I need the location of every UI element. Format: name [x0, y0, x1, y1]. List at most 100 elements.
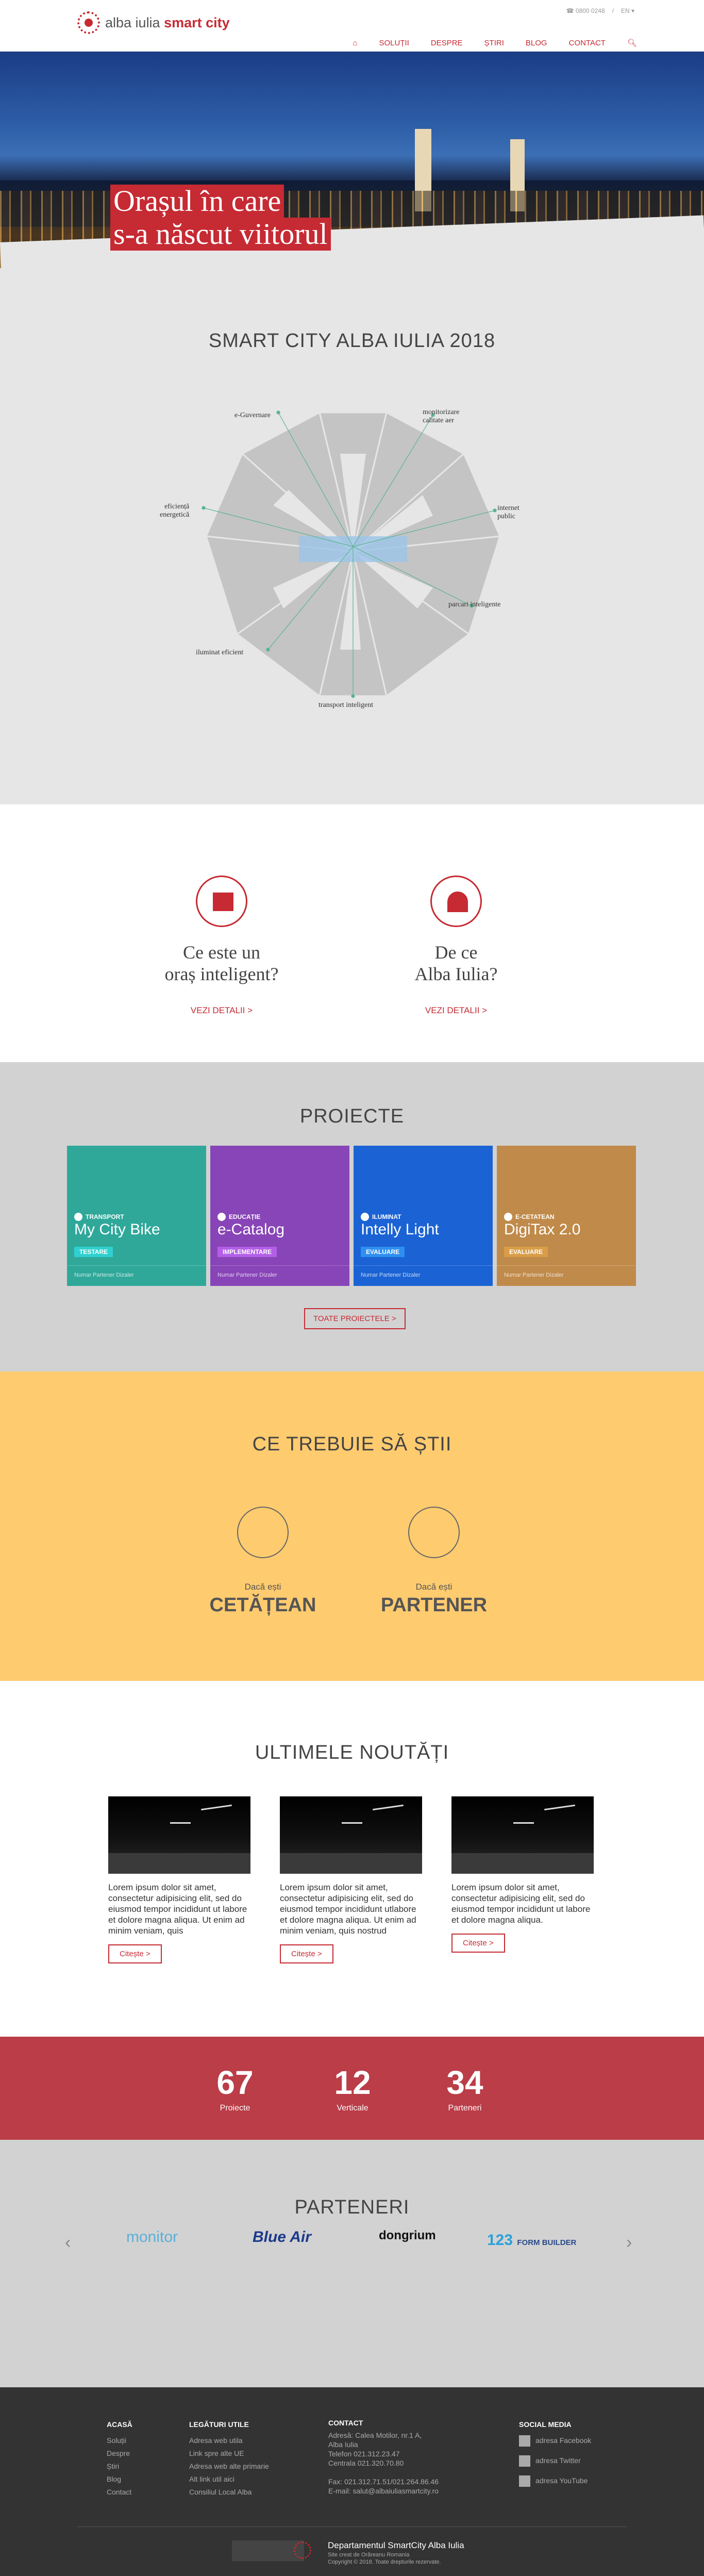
language-switch[interactable]: EN ▾: [621, 7, 634, 14]
site-credit: Site creat de Orăreanu Romania: [328, 2552, 410, 2558]
logo-icon: [77, 11, 100, 34]
next-arrow-icon[interactable]: ›: [626, 2233, 632, 2253]
news-item: Lorem ipsum dolor sit amet, consectetur …: [108, 1796, 250, 1963]
site-header: alba iulia smart city ☎ 0800 0248 / EN ▾…: [0, 0, 704, 52]
smart-city-section: SMART CITY ALBA IULIA 2018 e-Guvernare m…: [0, 268, 704, 804]
label-iluminat: iluminat eficient: [196, 649, 244, 656]
read-more-button[interactable]: Citește >: [280, 1944, 333, 1963]
project-card[interactable]: E-CETATEAN DigiTax 2.0 EVALUARE Numar Parte…: [497, 1146, 636, 1286]
logo-icon: [294, 2541, 311, 2559]
about-section: Ce este un oraș inteligent? VEZI DETALII …: [0, 804, 704, 1062]
footer-link[interactable]: Consiliul Local Alba: [189, 2486, 269, 2499]
project-category: E-CETATEAN: [504, 1213, 555, 1221]
nav-stiri[interactable]: ȘTIRI: [484, 39, 504, 47]
project-name: My City Bike: [74, 1221, 160, 1238]
site-logo[interactable]: alba iulia smart city: [77, 11, 230, 34]
read-more-button[interactable]: Citește >: [451, 1934, 505, 1953]
category-icon: [504, 1213, 512, 1221]
read-more-button[interactable]: Citește >: [108, 1944, 162, 1963]
buildings-icon: [196, 876, 247, 927]
partner-logo-dongrium[interactable]: dongrium: [379, 2228, 436, 2243]
cathedral-icon: [430, 876, 482, 927]
label-internet-public: internet public: [497, 504, 519, 520]
project-status-badge: EVALUARE: [504, 1247, 548, 1257]
stats-section: 67 Proiecte 12 Verticale 34 Parteneri: [0, 2037, 704, 2140]
home-icon[interactable]: ⌂: [353, 39, 357, 47]
label-e-guvernare: e-Guvernare: [234, 411, 271, 419]
feature-title: Ce este un oraș inteligent?: [164, 942, 279, 984]
footer-link[interactable]: Soluții: [107, 2434, 132, 2447]
nav-contact[interactable]: CONTACT: [569, 39, 606, 47]
details-link[interactable]: VEZI DETALII >: [144, 1005, 299, 1016]
label-calitate-aer: monitorizare calitate aer: [423, 408, 460, 424]
all-projects-button[interactable]: TOATE PROIECTELE >: [304, 1308, 406, 1329]
footer-contact: CONTACT Adresă: Calea Motilor, nr.1 A, Alb…: [328, 2419, 439, 2495]
prev-arrow-icon[interactable]: ‹: [65, 2233, 71, 2253]
details-link[interactable]: VEZI DETALII >: [379, 1005, 533, 1016]
news-excerpt: Lorem ipsum dolor sit amet, consectetur …: [451, 1883, 591, 1925]
footer-link[interactable]: Știri: [107, 2460, 132, 2473]
project-status-badge: IMPLEMENTARE: [217, 1247, 277, 1257]
news-section: ULTIMELE NOUTĂȚI Lorem ipsum dolor sit a…: [0, 1681, 704, 2037]
category-icon: [217, 1213, 226, 1221]
footer-text: Adresă: Calea Motilor, nr.1 A,: [328, 2431, 422, 2439]
project-name: e-Catalog: [217, 1221, 285, 1238]
footer-text: Alba Iulia: [328, 2440, 358, 2449]
handshake-icon: [408, 1507, 460, 1558]
nav-solutii[interactable]: SOLUȚII: [379, 39, 409, 47]
project-partner: Numar Partener Dizaler: [67, 1265, 206, 1286]
footer-link[interactable]: Contact: [107, 2486, 132, 2499]
copyright: Copyright © 2018. Toate drepturile rezer…: [328, 2559, 441, 2565]
stat-partners: 34 Parteneri: [446, 2064, 483, 2112]
news-image[interactable]: [280, 1796, 422, 1874]
hero-banner: Orașul în care s-a născut viitorul: [0, 52, 704, 268]
project-category: EDUCAȚIE: [217, 1213, 260, 1221]
partner-card[interactable]: Dacă ești PARTENER: [372, 1507, 496, 1616]
citizen-card[interactable]: Dacă ești CETĂȚEAN: [201, 1507, 325, 1616]
partner-logo-monitor[interactable]: monitor: [126, 2228, 178, 2246]
project-card[interactable]: TRANSPORT My City Bike TESTARE Numar Parten…: [67, 1146, 206, 1286]
nav-despre[interactable]: DESPRE: [431, 39, 463, 47]
news-image[interactable]: [451, 1796, 594, 1874]
partner-logo-formbuilder[interactable]: 123 FORM BUILDER: [487, 2232, 576, 2249]
project-partner: Numar Partener Dizaler: [497, 1265, 636, 1286]
footer-text: Centrala 021.320.70.80: [328, 2459, 404, 2467]
footer-social: SOCIAL MEDIA adresa Facebook adresa Twit…: [519, 2418, 591, 2495]
site-footer: ACASĂ Soluții Despre Știri Blog Contact LEGĂT…: [0, 2387, 704, 2576]
feature-title: De ce Alba Iulia?: [414, 942, 498, 984]
project-card[interactable]: EDUCAȚIE e-Catalog IMPLEMENTARE Numar Parte…: [210, 1146, 349, 1286]
footer-link[interactable]: Blog: [107, 2473, 132, 2486]
footer-text: Fax: 021.312.71.51/021.264.86.46: [328, 2478, 439, 2486]
section-title: CE TREBUIE SĂ ȘTII: [252, 1433, 452, 1455]
news-excerpt: Lorem ipsum dolor sit amet, consectetur …: [280, 1883, 416, 1936]
partner-logos-footer: [232, 2540, 304, 2561]
footer-bottom: Departamentul SmartCity Alba Iulia Site …: [77, 2527, 627, 2576]
twitter-icon: [519, 2455, 530, 2467]
footer-text: [328, 2468, 439, 2477]
footer-link[interactable]: Link spre alte UE: [189, 2447, 269, 2460]
phone-number[interactable]: ☎ 0800 0248: [566, 7, 605, 14]
footer-link[interactable]: Adresa web utila: [189, 2434, 269, 2447]
section-title: PROIECTE: [299, 1105, 405, 1127]
label-transport: transport inteligent: [319, 701, 374, 709]
project-status-badge: EVALUARE: [361, 1247, 405, 1257]
footer-link[interactable]: Adresa web alte primarie: [189, 2460, 269, 2473]
main-nav: ⌂ SOLUȚII DESPRE ȘTIRI BLOG CONTACT 🔍︎: [353, 38, 637, 48]
nav-blog[interactable]: BLOG: [526, 39, 547, 47]
facebook-link[interactable]: adresa Facebook: [519, 2434, 591, 2447]
twitter-link[interactable]: adresa Twitter: [519, 2454, 591, 2467]
section-title: ULTIMELE NOUTĂȚI: [255, 1742, 449, 1763]
partner-logo-blueair[interactable]: Blue Air: [253, 2228, 311, 2246]
news-image[interactable]: [108, 1796, 250, 1874]
youtube-link[interactable]: adresa YouTube: [519, 2474, 591, 2487]
label-parcari: parcari inteligente: [448, 601, 501, 608]
search-icon[interactable]: 🔍︎: [627, 38, 637, 47]
hero-title: Orașul în care s-a născut viitorul: [110, 185, 331, 251]
section-title: PARTENERI: [294, 2197, 410, 2218]
footer-link[interactable]: Despre: [107, 2447, 132, 2460]
project-category: TRANSPORT: [74, 1213, 124, 1221]
person-icon: [237, 1507, 289, 1558]
project-card[interactable]: ILUMINAT Intelly Light EVALUARE Numar Parte…: [354, 1146, 493, 1286]
stat-projects: 67 Proiecte: [216, 2064, 254, 2112]
footer-link[interactable]: Alt link util aici: [189, 2473, 269, 2486]
